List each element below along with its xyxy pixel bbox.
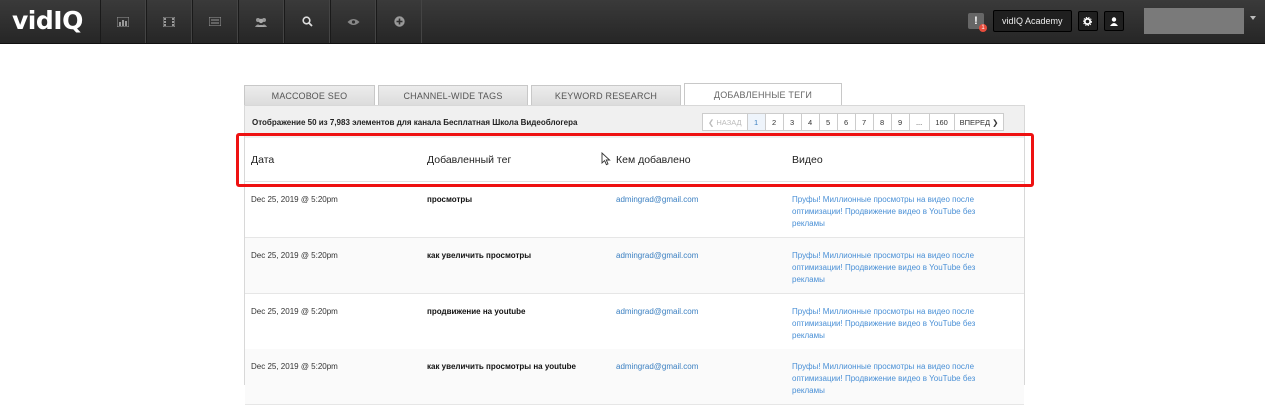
pager-page-1[interactable]: 1 xyxy=(746,113,766,131)
tab-added-tags[interactable]: ДОБАВЛЕННЫЕ ТЕГИ xyxy=(684,83,842,105)
gear-icon xyxy=(1083,16,1093,26)
results-summary: Отображение 50 из 7,983 элементов для ка… xyxy=(252,118,578,127)
nav-icon-bar xyxy=(100,0,422,43)
film-icon xyxy=(163,16,175,27)
message-icon xyxy=(209,17,221,26)
chevron-left-icon: ❮ xyxy=(708,117,715,127)
cell-video-link[interactable]: Пруфы! Миллионные просмотры на видео пос… xyxy=(792,250,1007,286)
cell-tag: просмотры xyxy=(427,195,473,204)
tab-keyword-research[interactable]: KEYWORD RESEARCH xyxy=(531,85,681,105)
logo-text-main: vid xyxy=(12,6,54,35)
chevron-right-icon: ❯ xyxy=(992,117,999,127)
cell-video-link[interactable]: Пруфы! Миллионные просмотры на видео пос… xyxy=(792,194,1007,230)
pager-page-8[interactable]: 8 xyxy=(872,113,892,131)
cell-tag: как увеличить просмотры xyxy=(427,251,532,260)
pager-page-2[interactable]: 2 xyxy=(764,113,784,131)
users-icon xyxy=(255,17,267,27)
cell-added-by-link[interactable]: admingrad@gmail.com xyxy=(616,361,698,373)
cell-date: Dec 25, 2019 @ 5:20pm xyxy=(251,251,338,260)
nav-add-button[interactable] xyxy=(376,0,422,43)
search-icon xyxy=(301,16,313,27)
chart-icon xyxy=(117,16,129,27)
cell-date: Dec 25, 2019 @ 5:20pm xyxy=(251,362,338,371)
eye-icon xyxy=(347,18,359,25)
pager-prev-label: НАЗАД xyxy=(716,117,742,127)
table-row: Dec 25, 2019 @ 5:20pm просмотры admingra… xyxy=(245,182,1024,238)
tab-bulk-seo[interactable]: МАССОВОЕ SEO xyxy=(244,85,375,105)
cell-tag: как увеличить просмотры на youtube xyxy=(427,362,576,371)
user-icon xyxy=(1109,16,1118,26)
nav-users-button[interactable] xyxy=(238,0,284,43)
logo-text-accent: IQ xyxy=(53,6,83,35)
cell-date: Dec 25, 2019 @ 5:20pm xyxy=(251,307,338,316)
pager-page-3[interactable]: 3 xyxy=(782,113,802,131)
pager-prev-button[interactable]: ❮ НАЗАД xyxy=(702,113,748,131)
highlight-frame xyxy=(236,133,1034,187)
cell-tag: продвижение на youtube xyxy=(427,307,526,316)
settings-button[interactable] xyxy=(1077,11,1098,31)
nav-videos-button[interactable] xyxy=(146,0,192,43)
pager-page-4[interactable]: 4 xyxy=(800,113,820,131)
table-row: Dec 25, 2019 @ 5:20pm продвижение на you… xyxy=(245,294,1024,350)
cell-video-link[interactable]: Пруфы! Миллионные просмотры на видео пос… xyxy=(792,361,1007,397)
tab-channel-wide-tags[interactable]: CHANNEL-WIDE TAGS xyxy=(378,85,528,105)
pager-page-7[interactable]: 7 xyxy=(854,113,874,131)
nav-messages-button[interactable] xyxy=(192,0,238,43)
pager-page-last[interactable]: 160 xyxy=(928,113,955,131)
notification-count-badge: 1 xyxy=(979,24,987,32)
academy-button[interactable]: vidIQ Academy xyxy=(993,10,1072,32)
account-avatar-blurred[interactable] xyxy=(1144,8,1244,34)
pager-page-6[interactable]: 6 xyxy=(836,113,856,131)
profile-button[interactable] xyxy=(1103,11,1124,31)
nav-stats-button[interactable] xyxy=(100,0,146,43)
cell-added-by-link[interactable]: admingrad@gmail.com xyxy=(616,194,698,206)
nav-watch-button[interactable] xyxy=(330,0,376,43)
pager-page-5[interactable]: 5 xyxy=(818,113,838,131)
chevron-down-icon[interactable] xyxy=(1250,16,1256,20)
table-row: Dec 25, 2019 @ 5:20pm как увеличить прос… xyxy=(245,238,1024,294)
pagination: ❮ НАЗАД 1 2 3 4 5 6 7 8 9 ... 160 ВПЕРЕД… xyxy=(702,113,1005,131)
vidiq-logo[interactable]: vidIQ xyxy=(12,6,83,36)
tab-bar: МАССОВОЕ SEO CHANNEL-WIDE TAGS KEYWORD R… xyxy=(244,83,845,105)
cell-date: Dec 25, 2019 @ 5:20pm xyxy=(251,195,338,204)
table-row: Dec 25, 2019 @ 5:20pm как увеличить прос… xyxy=(245,349,1024,405)
notification-button[interactable]: ! 1 xyxy=(968,13,987,32)
pager-next-label: ВПЕРЕД xyxy=(959,117,991,127)
header-tools: ! 1 vidIQ Academy xyxy=(968,10,1130,32)
pager-ellipsis: ... xyxy=(908,113,930,131)
nav-search-button[interactable] xyxy=(284,0,330,43)
pager-page-9[interactable]: 9 xyxy=(890,113,910,131)
pager-next-button[interactable]: ВПЕРЕД ❯ xyxy=(953,113,1005,131)
cell-added-by-link[interactable]: admingrad@gmail.com xyxy=(616,250,698,262)
mouse-cursor-icon xyxy=(601,152,611,166)
top-navbar: vidIQ ! 1 vidIQ Academy xyxy=(0,0,1265,44)
cell-added-by-link[interactable]: admingrad@gmail.com xyxy=(616,306,698,318)
cell-video-link[interactable]: Пруфы! Миллионные просмотры на видео пос… xyxy=(792,306,1007,342)
plus-circle-icon xyxy=(393,16,405,27)
